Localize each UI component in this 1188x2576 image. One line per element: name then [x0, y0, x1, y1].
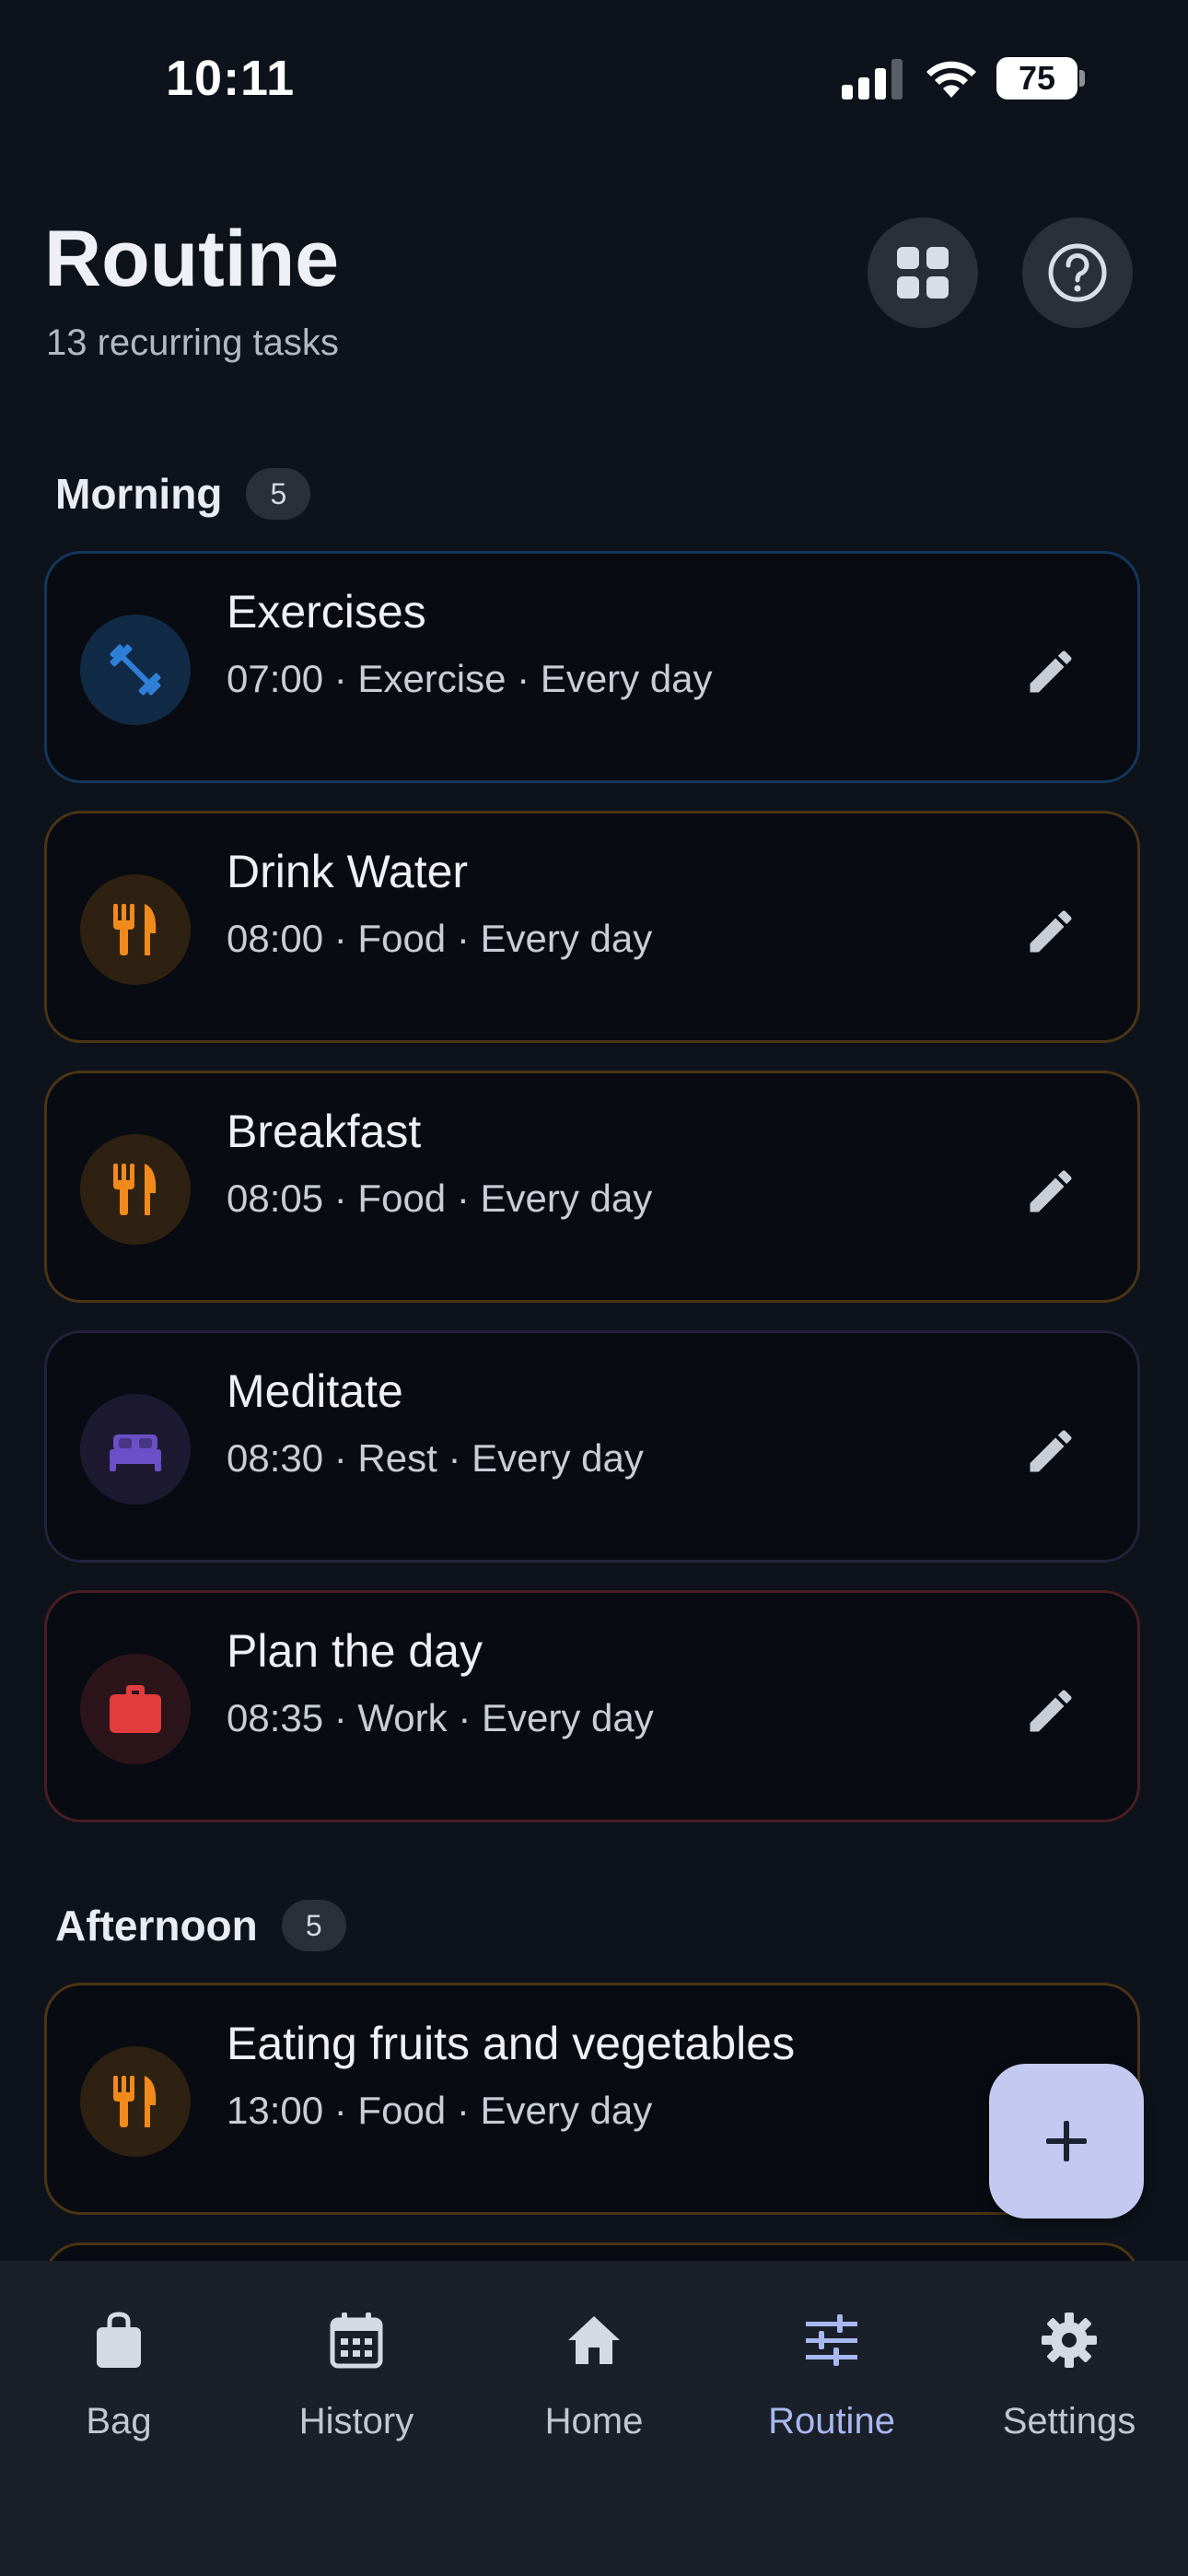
nav-label: Settings: [1002, 2401, 1136, 2441]
page-subtitle: 13 recurring tasks: [46, 322, 339, 363]
task-category-icon: [80, 1394, 191, 1505]
task-meta: 13:00 · Food · Every day: [227, 2089, 653, 2132]
task-card-meditate[interactable]: Meditate 08:30 · Rest · Every day: [44, 1330, 1140, 1563]
task-title: Breakfast: [227, 1106, 422, 1157]
section-count-badge: 5: [281, 1900, 346, 1951]
task-category-icon: [80, 1654, 191, 1764]
briefcase-icon: [110, 1685, 161, 1733]
task-category-icon: [80, 874, 191, 985]
task-category-icon: [80, 2046, 191, 2157]
nav-item-history[interactable]: History: [238, 2311, 475, 2442]
pencil-icon[interactable]: [1023, 1164, 1078, 1219]
home-icon: [568, 2316, 620, 2364]
grid-icon: [897, 247, 949, 299]
task-card-drink-water[interactable]: Drink Water 08:00 · Food · Every day: [44, 811, 1140, 1043]
plus-icon: [1046, 2121, 1087, 2161]
fork-knife-icon: [113, 904, 157, 955]
nav-item-bag[interactable]: Bag: [0, 2311, 238, 2442]
cellular-signal-icon: [842, 59, 903, 100]
nav-label: History: [298, 2401, 414, 2441]
gear-icon: [1042, 2313, 1097, 2368]
nav-item-home[interactable]: Home: [475, 2311, 713, 2442]
task-category-icon: [80, 615, 191, 725]
nav-item-routine[interactable]: Routine: [713, 2311, 950, 2442]
task-meta: 08:00 · Food · Every day: [227, 917, 653, 960]
task-title: Drink Water: [227, 846, 469, 897]
pencil-icon[interactable]: [1023, 1683, 1078, 1739]
sliders-icon: [806, 2314, 857, 2366]
page-title: Routine: [44, 215, 340, 303]
pencil-icon[interactable]: [1023, 644, 1078, 699]
task-meta: 07:00 · Exercise · Every day: [227, 657, 713, 700]
wifi-icon: [926, 61, 976, 98]
bottom-navigation: Bag History Home Routine Settings: [0, 2261, 1188, 2576]
task-meta: 08:35 · Work · Every day: [227, 1696, 654, 1739]
task-meta: 08:30 · Rest · Every day: [227, 1436, 644, 1480]
task-title: Plan the day: [227, 1625, 483, 1677]
calendar-icon: [330, 2313, 383, 2369]
task-card-eating-fruits[interactable]: Eating fruits and vegetables 13:00 · Foo…: [44, 1983, 1140, 2215]
task-card-plan-the-day[interactable]: Plan the day 08:35 · Work · Every day: [44, 1590, 1140, 1822]
battery-tip: [1079, 70, 1085, 87]
task-title: Exercises: [227, 586, 426, 638]
nav-item-settings[interactable]: Settings: [950, 2311, 1188, 2442]
task-title: Meditate: [227, 1365, 403, 1417]
task-card-breakfast[interactable]: Breakfast 08:05 · Food · Every day: [44, 1071, 1140, 1303]
section-label: Morning: [55, 470, 223, 518]
status-bar: 10:11 75: [0, 0, 1188, 147]
battery-indicator: 75: [996, 57, 1077, 100]
help-icon: [1048, 243, 1107, 302]
grid-view-button[interactable]: [868, 217, 978, 328]
fork-knife-icon: [113, 1164, 157, 1215]
section-label: Afternoon: [55, 1902, 258, 1950]
section-count-badge: 5: [246, 468, 311, 520]
task-meta: 08:05 · Food · Every day: [227, 1177, 653, 1220]
help-button[interactable]: [1022, 217, 1133, 328]
add-task-button[interactable]: [989, 2064, 1144, 2219]
bed-icon: [110, 1434, 161, 1471]
pencil-icon[interactable]: [1023, 904, 1078, 959]
nav-label: Home: [544, 2401, 644, 2441]
nav-label: Routine: [768, 2401, 895, 2441]
nav-label: Bag: [86, 2401, 152, 2441]
fork-knife-icon: [113, 2076, 157, 2127]
pencil-icon[interactable]: [1023, 1423, 1078, 1479]
section-header-afternoon: Afternoon 5: [55, 1900, 346, 1951]
section-header-morning: Morning 5: [55, 468, 311, 520]
task-category-icon: [80, 1134, 191, 1245]
task-card-exercises[interactable]: Exercises 07:00 · Exercise · Every day: [44, 551, 1140, 783]
task-title: Eating fruits and vegetables: [227, 2018, 796, 2069]
dumbbell-icon: [110, 644, 161, 696]
bag-icon: [97, 2312, 141, 2368]
status-time: 10:11: [166, 51, 296, 106]
